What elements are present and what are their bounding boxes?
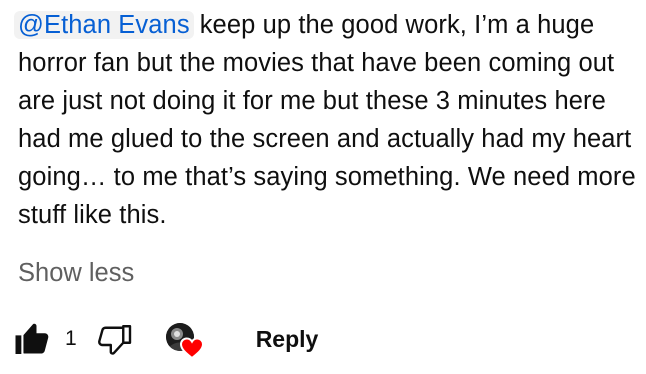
comment-actions: 1 Reply (14, 314, 332, 364)
mention-link[interactable]: @Ethan Evans (18, 11, 190, 39)
thumbs-down-icon (97, 325, 131, 355)
comment-body: @Ethan Evans keep up the good work, I’m a… (14, 0, 638, 234)
creator-heart-badge[interactable] (165, 317, 208, 361)
comment-text: keep up the good work, I’m a huge horror… (18, 11, 636, 229)
like-button[interactable] (14, 321, 50, 357)
like-count: 1 (65, 327, 77, 350)
comment: @Ethan Evans keep up the good work, I’m a… (14, 0, 638, 287)
reply-button[interactable]: Reply (242, 318, 333, 361)
dislike-button[interactable] (97, 321, 133, 357)
heart-icon (179, 337, 204, 359)
thumbs-up-icon (15, 323, 49, 354)
show-less-button[interactable]: Show less (18, 256, 134, 290)
